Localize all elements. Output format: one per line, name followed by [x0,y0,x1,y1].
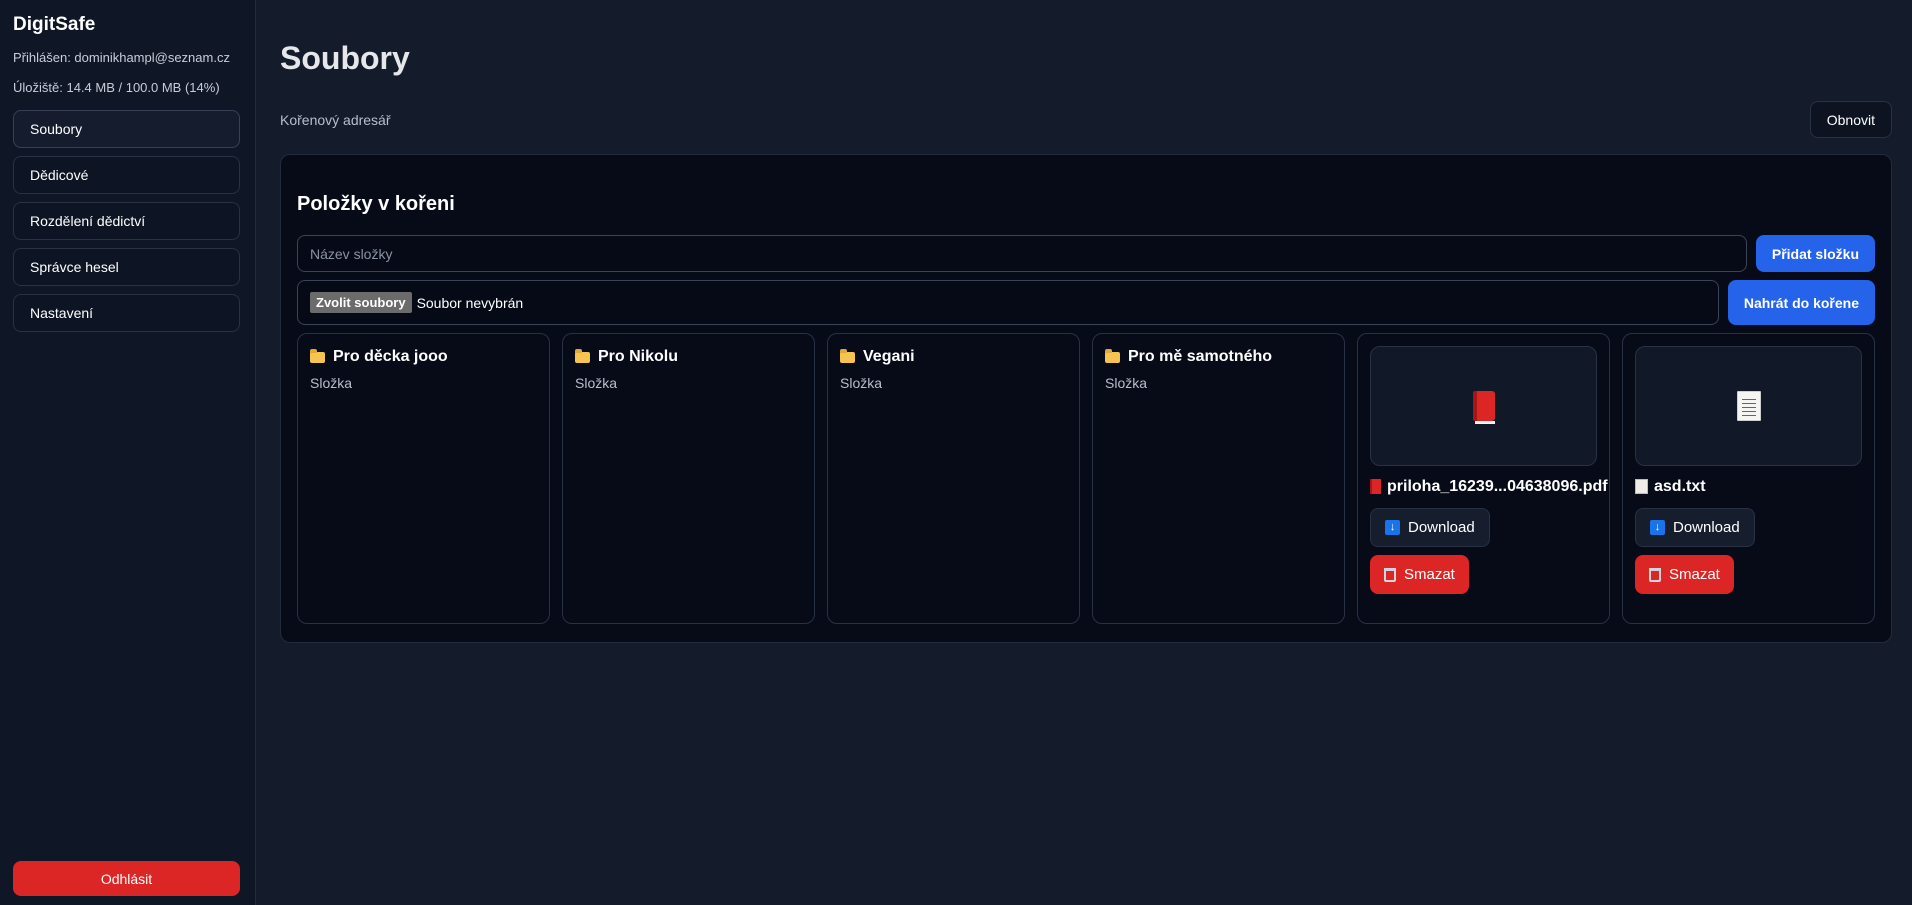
choose-files-button[interactable]: Zvolit soubory [310,292,412,313]
text-document-icon [1736,391,1761,421]
folder-icon [840,349,855,363]
folder-card[interactable]: Vegani Složka [827,333,1080,624]
folder-name: Pro mě samotného [1128,348,1273,365]
folder-type: Složka [840,375,883,391]
folder-name: Vegani [863,348,915,365]
delete-button[interactable]: Smazat [1370,555,1469,594]
download-icon: ↓ [1650,520,1665,535]
sidebar: DigitSafe Přihlášen: dominikhampl@seznam… [0,0,256,905]
upload-root-button[interactable]: Nahrát do kořene [1727,280,1875,325]
upload-row: Zvolit soubory Soubor nevybrán Nahrát do… [297,280,1875,325]
no-file-selected: Soubor nevybrán [416,294,524,311]
folder-name: Pro děcka jooo [333,348,448,365]
refresh-button[interactable]: Obnovit [1809,101,1892,138]
file-card: priloha_16239...04638096.pdf ↓ Download … [1357,333,1610,624]
file-card: asd.txt ↓ Download Smazat [1622,333,1875,624]
folder-type: Složka [310,375,353,391]
app-brand: DigitSafe [13,14,96,35]
path-bar: Kořenový adresář Obnovit [280,101,1892,138]
sidebar-item-files[interactable]: Soubory [13,110,240,148]
folder-create-row: Přidat složku [297,235,1875,272]
sidebar-item-settings[interactable]: Nastavení [13,294,240,332]
delete-button[interactable]: Smazat [1635,555,1734,594]
folder-name: Pro Nikolu [598,348,679,365]
sidebar-item-password-manager[interactable]: Správce hesel [13,248,240,286]
folder-icon [310,349,325,363]
panel-title: Položky v kořeni [297,193,455,215]
file-name: asd.txt [1654,478,1706,495]
file-thumbnail [1370,346,1597,466]
download-icon: ↓ [1385,520,1400,535]
sidebar-item-inheritance-distribution[interactable]: Rozdělení dědictví [13,202,240,240]
page-title: Soubory [280,40,410,76]
main-content: Soubory Kořenový adresář Obnovit Položky… [256,0,1912,905]
text-file-icon [1635,479,1648,494]
logout-button[interactable]: Odhlásit [13,861,240,896]
breadcrumb: Kořenový adresář [280,111,391,128]
folder-icon [1105,349,1120,363]
download-button[interactable]: ↓ Download [1635,508,1755,547]
trash-icon [1384,567,1396,582]
folder-card[interactable]: Pro Nikolu Složka [562,333,815,624]
trash-icon [1649,567,1661,582]
folder-card[interactable]: Pro děcka jooo Složka [297,333,550,624]
file-thumbnail [1635,346,1862,466]
storage-usage: Úložiště: 14.4 MB / 100.0 MB (14%) [13,80,220,95]
file-picker[interactable]: Zvolit soubory Soubor nevybrán [297,280,1719,325]
pdf-icon [1370,479,1381,494]
sidebar-item-heirs[interactable]: Dědicové [13,156,240,194]
folder-type: Složka [575,375,618,391]
file-name: priloha_16239...04638096.pdf [1387,478,1608,495]
folder-icon [575,349,590,363]
folder-name-input[interactable] [297,235,1747,272]
download-button[interactable]: ↓ Download [1370,508,1490,547]
pdf-book-icon [1472,391,1495,424]
folder-type: Složka [1105,375,1148,391]
sidebar-nav: Soubory Dědicové Rozdělení dědictví Sprá… [13,110,242,332]
logged-in-user: Přihlášen: dominikhampl@seznam.cz [13,50,230,65]
items-grid: Pro děcka jooo Složka Pro Nikolu Složka … [297,333,1875,624]
add-folder-button[interactable]: Přidat složku [1755,235,1875,272]
files-panel: Položky v kořeni Přidat složku Zvolit so… [280,154,1892,643]
folder-card[interactable]: Pro mě samotného Složka [1092,333,1345,624]
